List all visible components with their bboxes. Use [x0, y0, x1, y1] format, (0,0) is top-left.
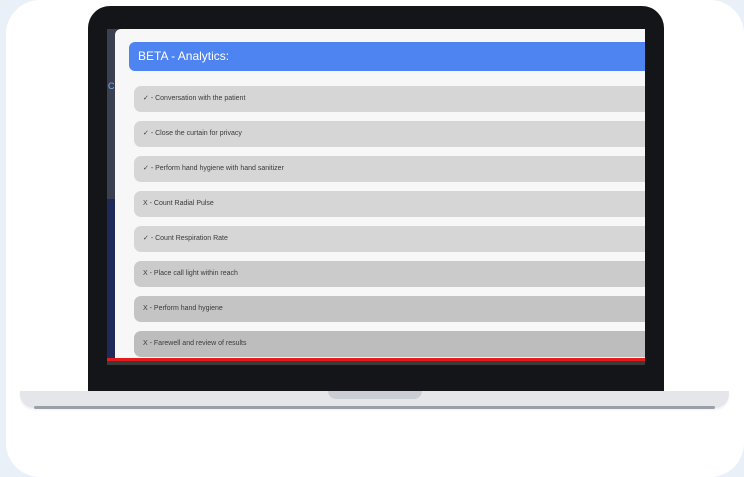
item-label: Place call light within reach [153, 270, 238, 277]
item-label: Close the curtain for privacy [155, 130, 242, 137]
item-label: Perform hand hygiene with hand sanitizer [155, 165, 284, 172]
analytics-item: X - Farewell and review of results [134, 331, 645, 357]
item-status-mark: X [143, 200, 148, 207]
item-label: Count Respiration Rate [155, 235, 228, 242]
item-status-mark: ✓ [143, 130, 149, 137]
analytics-item: ✓ - Close the curtain for privacy [134, 121, 645, 147]
item-label: Perform hand hygiene [153, 305, 223, 312]
item-label: Count Radial Pulse [153, 200, 214, 207]
background-letter: C [108, 81, 115, 91]
analytics-list: ✓ - Conversation with the patient ✓ - Cl… [134, 86, 645, 365]
item-label: Farewell and review of results [153, 340, 247, 347]
item-status-mark: X [143, 270, 148, 277]
video-progress-track [107, 361, 645, 365]
analytics-title: BETA - Analytics: [129, 42, 645, 71]
laptop-notch [328, 391, 422, 399]
analytics-item: X - Place call light within reach [134, 261, 645, 287]
analytics-item: ✓ - Conversation with the patient [134, 86, 645, 112]
item-label: Conversation with the patient [155, 95, 246, 102]
item-status-mark: ✓ [143, 235, 149, 242]
analytics-item: ✓ - Count Respiration Rate [134, 226, 645, 252]
analytics-item: ✓ - Perform hand hygiene with hand sanit… [134, 156, 645, 182]
laptop-base-shadow [34, 406, 715, 409]
item-status-mark: ✓ [143, 95, 149, 102]
item-status-mark: ✓ [143, 165, 149, 172]
item-status-mark: X [143, 340, 148, 347]
laptop-screen: C BETA - Analytics: ✓ - Conversation wit… [107, 29, 645, 365]
analytics-item: X - Perform hand hygiene [134, 296, 645, 322]
item-status-mark: X [143, 305, 148, 312]
analytics-panel: BETA - Analytics: ✓ - Conversation with … [115, 29, 645, 365]
analytics-item: X - Count Radial Pulse [134, 191, 645, 217]
